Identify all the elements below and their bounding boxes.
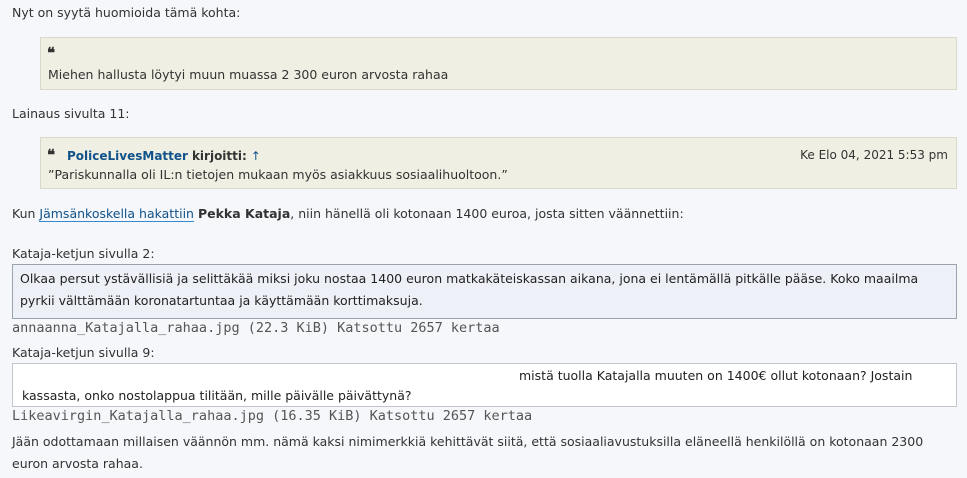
- source-text: Lainaus sivulta 11:: [12, 106, 130, 121]
- quote-block: ❝ Miehen hallusta löytyi muun muassa 2 3…: [40, 37, 957, 90]
- attached-image[interactable]: Olkaa persut ystävällisiä ja selittäkää …: [12, 264, 957, 319]
- image-text-line: mistä tuolla Katajalla muuten on 1400€ o…: [519, 368, 913, 383]
- quote-block-attributed: ❝ PoliceLivesMatter kirjoitti: ↑ Ke Elo …: [40, 137, 957, 189]
- outro-line: euron arvosta rahaa.: [12, 456, 143, 471]
- attachment-caption: Likeavirgin_Katajalla_rahaa.jpg (16.35 K…: [12, 408, 533, 424]
- attachment-caption: annaanna_Katajalla_rahaa.jpg (22.3 KiB) …: [12, 320, 500, 336]
- quote-wrote-label: kirjoitti:: [191, 149, 247, 163]
- quote-author-link[interactable]: PoliceLivesMatter: [67, 149, 188, 163]
- image-text-line: Olkaa persut ystävällisiä ja selittäkää …: [20, 271, 919, 286]
- quote-header: PoliceLivesMatter kirjoitti: ↑: [67, 148, 261, 163]
- image-text-line: kassasta, onko nostolappua tilitään, mil…: [22, 388, 412, 403]
- outro-line: Jään odottamaan millaisen väännön mm. nä…: [12, 434, 924, 449]
- quote-text: ”Pariskunnalla oli IL:n tietojen mukaan …: [48, 167, 508, 182]
- jump-to-post-icon[interactable]: ↑: [251, 149, 261, 163]
- quote-text: Miehen hallusta löytyi muun muassa 2 300…: [48, 67, 449, 82]
- article-link[interactable]: Jämsänkoskella hakattiin: [39, 206, 194, 222]
- attached-image[interactable]: mistä tuolla Katajalla muuten on 1400€ o…: [12, 363, 957, 407]
- paragraph: Kun Jämsänkoskella hakattiin Pekka Kataj…: [12, 206, 684, 222]
- quote-icon: ❝: [47, 44, 55, 62]
- intro-text: Nyt on syytä huomioida tämä kohta:: [12, 5, 241, 20]
- quote-date: Ke Elo 04, 2021 5:53 pm: [800, 148, 948, 162]
- image-label: Kataja-ketjun sivulla 9:: [12, 345, 155, 360]
- image-text-line: pyrkii välttämään koronatartuntaa ja käy…: [20, 293, 423, 308]
- quote-icon: ❝: [47, 146, 55, 164]
- paragraph-prefix: Kun: [12, 206, 40, 221]
- bold-name: Pekka Kataja: [197, 206, 291, 221]
- paragraph-suffix: , niin hänellä oli kotonaan 1400 euroa, …: [290, 206, 684, 221]
- image-label: Kataja-ketjun sivulla 2:: [12, 246, 155, 261]
